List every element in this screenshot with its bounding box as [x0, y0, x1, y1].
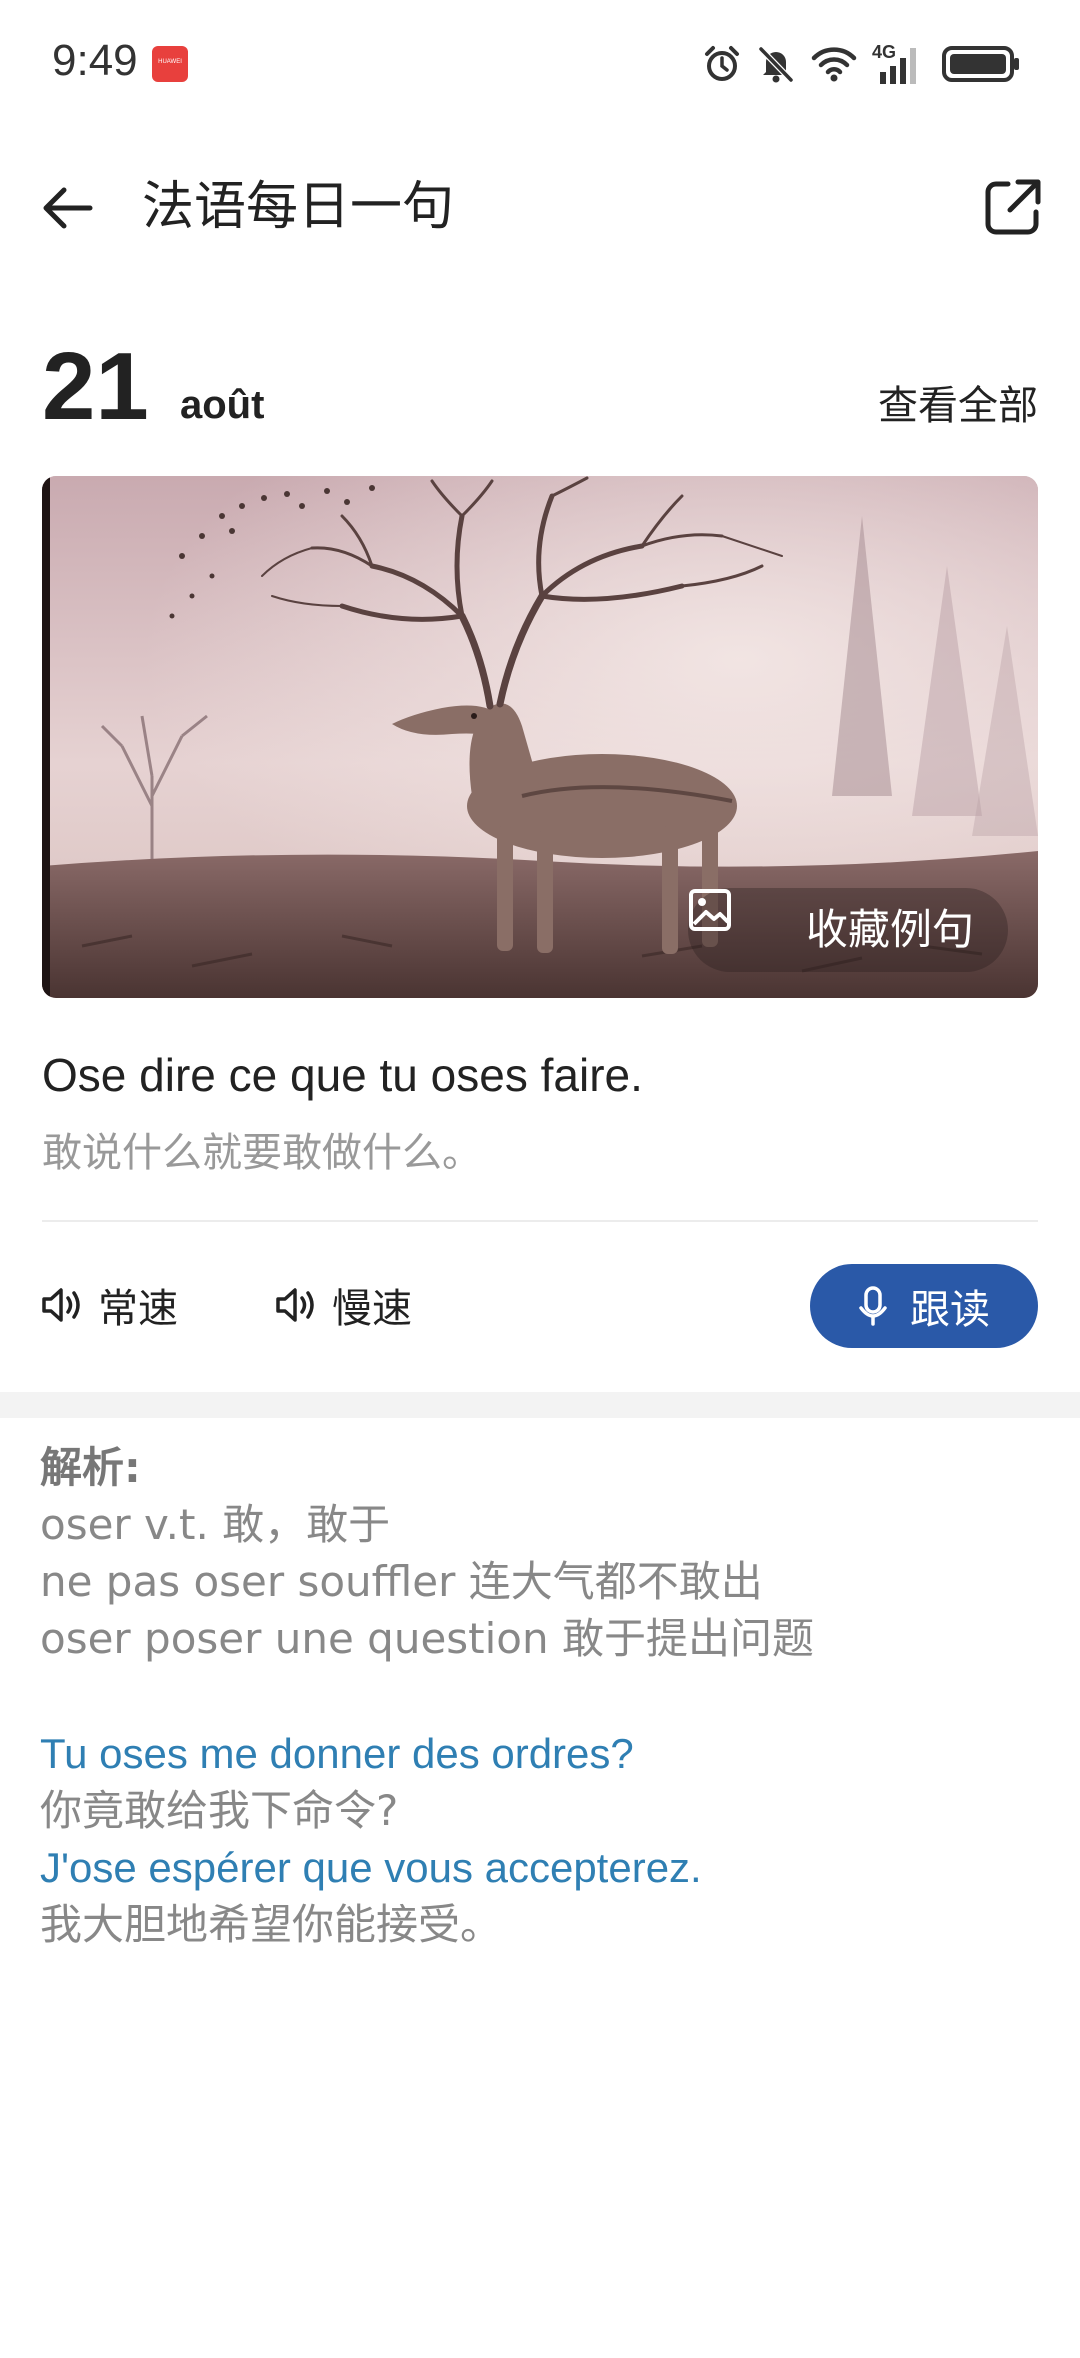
- analysis-spacer: [40, 1667, 1040, 1725]
- date-day: 21: [42, 333, 149, 440]
- slow-speed-label: 慢速: [332, 1286, 412, 1332]
- analysis-line: ne pas oser souffler 连大气都不敢出: [40, 1557, 763, 1606]
- section-separator: [0, 1392, 1080, 1418]
- page-title: 法语每日一句: [142, 177, 455, 237]
- analysis-section: 解析: oser v.t. 敢，敢于 ne pas oser souffler …: [40, 1440, 1040, 1953]
- signal-indicator: 4G: [872, 42, 928, 86]
- alarm-icon: [705, 46, 739, 81]
- normal-speed-label: 常速: [98, 1286, 178, 1332]
- speaker-icon: [276, 1288, 314, 1322]
- analysis-line: oser v.t. 敢，敢于: [40, 1500, 391, 1549]
- status-bar: 9:49 HUAWEI 4G: [0, 0, 1080, 130]
- view-all-link[interactable]: 查看全部: [878, 378, 1038, 434]
- follow-read-label: 跟读: [910, 1287, 990, 1333]
- daily-image[interactable]: 收藏例句: [42, 476, 1038, 998]
- share-button[interactable]: [982, 176, 1044, 238]
- app-header: 法语每日一句: [0, 150, 1080, 260]
- divider: [42, 1220, 1038, 1222]
- analysis-line: oser poser une question 敢于提出问题: [40, 1614, 814, 1663]
- status-time: 9:49: [52, 36, 138, 85]
- back-button[interactable]: [38, 178, 98, 238]
- example-french: J'ose espérer que vous accepterez.: [40, 1844, 702, 1891]
- collect-sentence-button[interactable]: 收藏例句: [688, 888, 1008, 972]
- microphone-icon: [859, 1286, 887, 1326]
- back-arrow-icon: [43, 187, 93, 229]
- daily-sentence-french: Ose dire ce que tu oses faire.: [42, 1049, 643, 1101]
- example-chinese: 你竟敢给我下命令?: [40, 1786, 399, 1835]
- analysis-title: 解析:: [40, 1443, 141, 1492]
- date-month: août: [180, 383, 265, 427]
- play-normal-speed-button[interactable]: 常速: [40, 1268, 178, 1342]
- daily-sentence-chinese: 敢说什么就要敢做什么。: [42, 1130, 482, 1176]
- example-chinese: 我大胆地希望你能接受。: [40, 1900, 503, 1949]
- speaker-icon: [42, 1288, 80, 1322]
- battery-icon: [942, 46, 1019, 82]
- status-icons: 4G: [702, 40, 1022, 88]
- image-icon: [689, 889, 731, 931]
- follow-read-button[interactable]: 跟读: [810, 1264, 1038, 1348]
- mute-icon: [758, 46, 794, 83]
- example-french: Tu oses me donner des ordres?: [40, 1730, 634, 1777]
- collect-sentence-label: 收藏例句: [806, 905, 975, 954]
- app-notification-badge: HUAWEI: [152, 46, 188, 82]
- signal-icon: [880, 48, 916, 84]
- app-badge-text: HUAWEI: [158, 59, 182, 65]
- share-icon: [985, 179, 1041, 235]
- wifi-icon: [811, 47, 857, 82]
- play-slow-speed-button[interactable]: 慢速: [274, 1268, 412, 1342]
